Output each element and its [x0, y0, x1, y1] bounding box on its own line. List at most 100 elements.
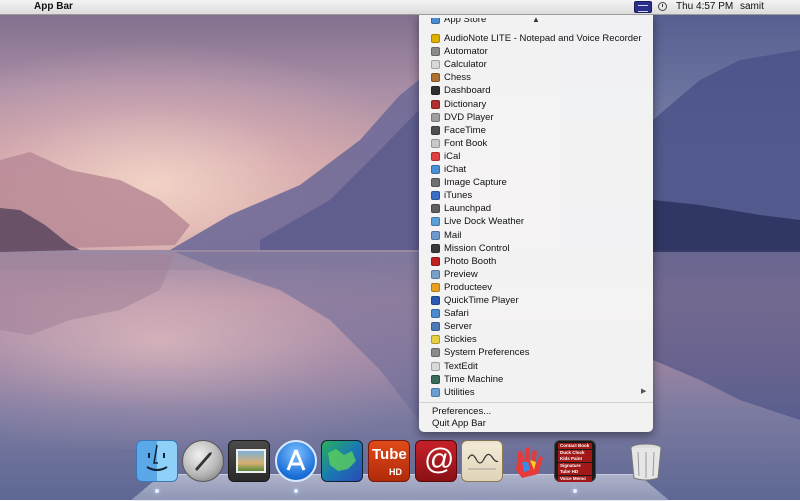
app-small-icon	[431, 361, 440, 371]
app-small-icon	[431, 60, 440, 70]
rocket-icon	[195, 452, 212, 471]
menu-item[interactable]: DVD Player	[431, 111, 651, 124]
app-store-running-indicator	[294, 489, 298, 493]
app-bar-status-icon[interactable]	[634, 1, 652, 13]
live-dock-weather-icon[interactable]	[321, 440, 363, 482]
menu-item[interactable]: AudioNote LITE - Notepad and Voice Recor…	[431, 32, 651, 45]
menubar-user[interactable]: samit	[740, 0, 764, 14]
menu-item[interactable]: Mail	[431, 229, 651, 242]
launchpad-icon[interactable]	[182, 440, 224, 482]
finder-face-icon	[146, 444, 168, 471]
app-small-icon	[431, 86, 440, 96]
app-small-icon	[431, 178, 440, 188]
submenu-arrow-icon: ▶	[641, 387, 647, 395]
menu-item-preferences[interactable]: Preferences...	[432, 406, 491, 418]
app-bar-dropdown-menu: ▲ App Store AudioNote LITE - Notepad and…	[419, 14, 653, 432]
app-small-icon	[431, 296, 440, 305]
bundle-item: Duck Clock	[558, 449, 592, 456]
menu-item[interactable]: Font Book	[431, 137, 651, 150]
app-small-icon	[431, 47, 440, 57]
bundle-item: Signature	[558, 462, 592, 469]
menu-item[interactable]: Launchpad	[431, 202, 651, 215]
menu-item[interactable]: Live Dock Weather	[431, 215, 651, 228]
menu-item-label: Mission Control	[444, 242, 510, 254]
app-small-icon	[431, 269, 440, 279]
bundle-item: Kids Paint	[558, 456, 592, 463]
app-small-icon	[431, 165, 440, 174]
app-name-menu[interactable]: App Bar	[34, 0, 73, 14]
app-small-icon	[431, 99, 440, 109]
menu-item[interactable]: Stickies	[431, 333, 651, 346]
menu-item[interactable]: Photo Booth	[431, 255, 651, 268]
menu-item[interactable]: Chess	[431, 71, 651, 84]
app-small-icon	[431, 230, 440, 240]
mail-at-icon[interactable]: @	[415, 440, 457, 482]
menu-item[interactable]: Image Capture	[431, 176, 651, 189]
menu-item[interactable]: Time Machine	[431, 373, 651, 386]
desktop-wallpaper	[0, 0, 800, 500]
trash-icon[interactable]	[626, 440, 668, 482]
menu-item[interactable]: System Preferences	[431, 346, 651, 359]
app-small-icon	[431, 125, 440, 135]
menu-item-label: Safari	[444, 308, 469, 320]
menubar-clock[interactable]: Thu 4:57 PM	[676, 0, 733, 14]
app-small-icon	[431, 217, 440, 227]
tube-hd-icon[interactable]: Tube HD	[368, 440, 410, 482]
kids-paint-icon[interactable]	[508, 440, 550, 482]
menu-item-label: System Preferences	[444, 347, 530, 359]
menu-item[interactable]: Dashboard	[431, 84, 651, 97]
signature-icon[interactable]	[461, 440, 503, 482]
globe-map-icon	[328, 449, 356, 471]
menu-item[interactable]: Preview	[431, 268, 651, 281]
time-machine-status-icon[interactable]	[658, 2, 667, 11]
menu-item[interactable]: TextEdit	[431, 360, 651, 373]
bundle-item: Contact Book	[558, 443, 592, 449]
menu-item-label: Chess	[444, 72, 471, 84]
menu-item[interactable]: Producteev	[431, 281, 651, 294]
menu-item[interactable]: iChat	[431, 163, 651, 176]
tube-hd-label: HD	[389, 467, 402, 477]
app-small-icon	[431, 73, 440, 83]
menu-item[interactable]: QuickTime Player	[431, 294, 651, 307]
menu-item-label: AudioNote LITE - Notepad and Voice Recor…	[444, 33, 642, 44]
app-store-icon[interactable]	[275, 440, 317, 482]
menu-item[interactable]: Dictionary	[431, 98, 651, 111]
app-small-icon	[431, 335, 440, 345]
menu-item-label: QuickTime Player	[444, 295, 519, 306]
menu-item-label: Automator	[444, 46, 488, 58]
menu-item-label: Live Dock Weather	[444, 216, 525, 228]
app-small-icon	[431, 151, 440, 161]
menu-separator	[419, 402, 653, 403]
photo-app-icon[interactable]	[228, 440, 270, 482]
menu-item-label: iCal	[444, 150, 461, 162]
tube-label: Tube	[372, 446, 407, 463]
menu-item-label: Server	[444, 321, 472, 333]
finder-icon[interactable]	[136, 440, 178, 482]
trash-can-icon	[630, 443, 662, 481]
app-small-icon	[431, 256, 440, 266]
app-bundle-icon[interactable]: Contact Book Duck Clock Kids Paint Signatur…	[554, 440, 596, 482]
menu-item-label: Stickies	[444, 334, 477, 346]
right-mountain-reflection	[653, 252, 800, 420]
menu-item[interactable]: Mission Control	[431, 242, 651, 255]
menu-item[interactable]: iTunes	[431, 189, 651, 202]
menu-item-clipped[interactable]: App Store	[431, 18, 651, 28]
menu-item-quit[interactable]: Quit App Bar	[432, 418, 486, 430]
menu-item[interactable]: Automator	[431, 45, 651, 58]
menu-item-label: Preview	[444, 268, 478, 280]
menu-item-label: iChat	[444, 164, 467, 175]
menu-item[interactable]: Utilities ▶	[431, 386, 651, 399]
menu-item-label: Image Capture	[444, 177, 507, 189]
app-small-icon	[431, 282, 440, 292]
menu-item[interactable]: iCal	[431, 150, 651, 163]
menu-item-label: iTunes	[444, 190, 473, 202]
menu-item-label: Producteev	[444, 281, 493, 293]
menu-item[interactable]: Server	[431, 320, 651, 333]
menu-item[interactable]: Safari	[431, 307, 651, 320]
menu-item-label: Mail	[444, 229, 462, 241]
menu-item[interactable]: Calculator	[431, 58, 651, 71]
app-small-icon	[431, 243, 440, 253]
menu-item-label: FaceTime	[444, 124, 486, 136]
menu-item[interactable]: FaceTime	[431, 124, 651, 137]
app-small-icon	[431, 191, 440, 201]
